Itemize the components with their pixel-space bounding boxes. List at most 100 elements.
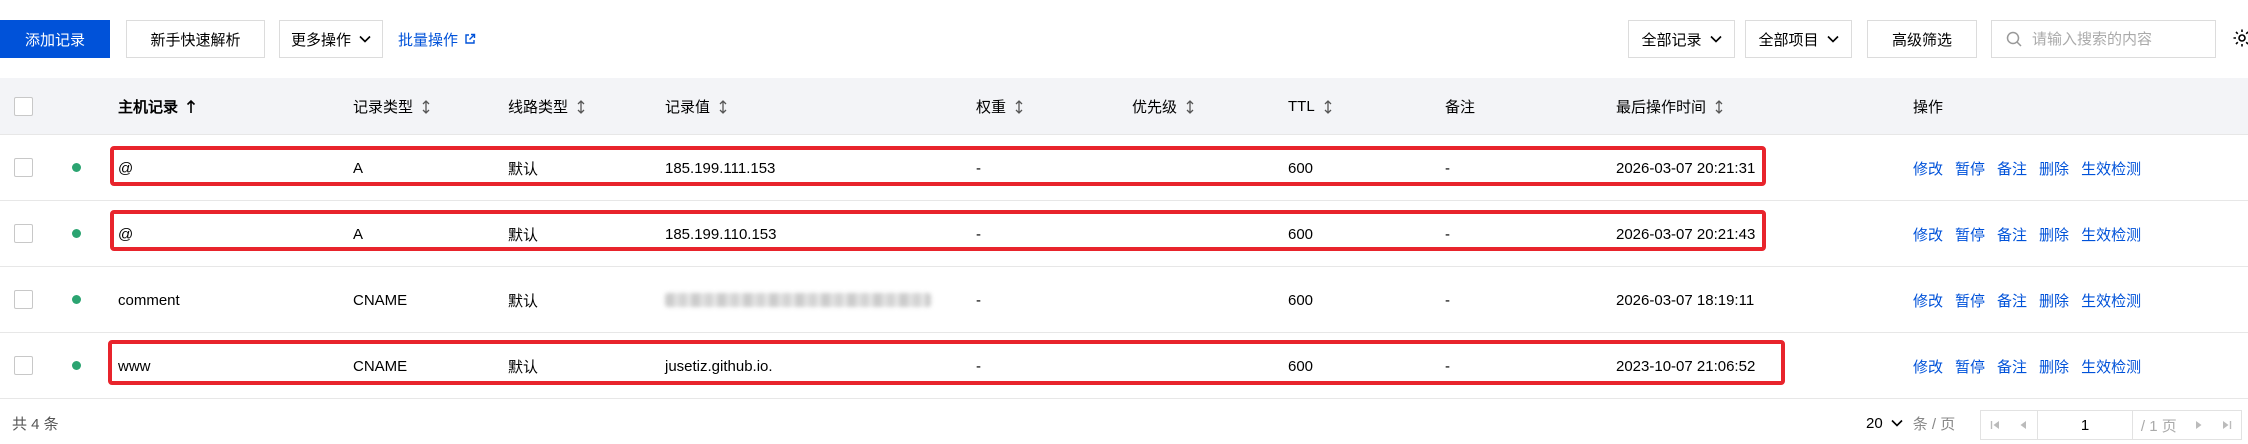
sort-icon	[422, 99, 430, 114]
remark-link[interactable]: 备注	[1997, 290, 2027, 311]
cell-value-redacted	[665, 267, 931, 333]
column-type-label: 记录类型	[353, 99, 414, 116]
pagination: 1 / 1 页	[1980, 410, 2242, 440]
next-page-icon[interactable]	[2185, 411, 2213, 439]
total-pages: / 1 页	[2140, 417, 2177, 435]
sort-icon	[719, 99, 727, 114]
table-row: @ A 默认 185.199.111.153 - 600 - 2026-03-0…	[0, 135, 2248, 201]
column-priority-label: 优先级	[1132, 99, 1178, 116]
pause-link[interactable]: 暂停	[1955, 356, 1985, 377]
delete-link[interactable]: 删除	[2039, 356, 2069, 377]
column-weight[interactable]: 权重	[976, 78, 1024, 135]
chevron-down-icon	[1826, 35, 1839, 43]
search-icon	[2006, 31, 2022, 47]
column-weight-label: 权重	[976, 99, 1007, 116]
page-size-select[interactable]: 20 条 / 页	[1866, 402, 1955, 444]
cell-host: www	[118, 357, 151, 375]
cell-ttl: 600	[1288, 159, 1314, 177]
delete-link[interactable]: 删除	[2039, 158, 2069, 179]
page-size-value: 20	[1866, 414, 1883, 432]
chevron-down-icon	[1891, 419, 1903, 427]
cell-type: A	[353, 159, 364, 177]
cell-time: 2026-03-07 20:21:31	[1616, 159, 1756, 177]
pause-link[interactable]: 暂停	[1955, 290, 1985, 311]
toolbar: 添加记录 新手快速解析 更多操作 批量操作 全部记录 全部项目 高级筛选	[0, 0, 2248, 78]
column-host[interactable]: 主机记录	[118, 78, 196, 135]
remark-link[interactable]: 备注	[1997, 158, 2027, 179]
row-actions: 修改 暂停 备注 删除 生效检测	[1913, 267, 2141, 333]
check-link[interactable]: 生效检测	[2081, 356, 2141, 377]
delete-link[interactable]: 删除	[2039, 224, 2069, 245]
project-filter-dropdown[interactable]: 全部项目	[1745, 20, 1852, 58]
cell-ttl: 600	[1288, 225, 1314, 243]
delete-link[interactable]: 删除	[2039, 290, 2069, 311]
remark-link[interactable]: 备注	[1997, 356, 2027, 377]
column-ttl-label: TTL	[1288, 98, 1315, 115]
batch-actions-link[interactable]: 批量操作	[398, 20, 476, 58]
column-remark-label: 备注	[1445, 99, 1476, 116]
column-value-label: 记录值	[665, 99, 711, 116]
check-link[interactable]: 生效检测	[2081, 290, 2141, 311]
row-checkbox[interactable]	[14, 158, 33, 177]
advanced-filter-button[interactable]: 高级筛选	[1867, 20, 1977, 58]
advanced-filter-label: 高级筛选	[1891, 31, 1952, 49]
chevron-down-icon	[359, 35, 371, 43]
first-page-icon[interactable]	[1981, 411, 2009, 439]
table-row: comment CNAME 默认 - 600 - 2026-03-07 18:1…	[0, 267, 2248, 333]
page-size-unit: 条 / 页	[1912, 415, 1956, 433]
cell-remark: -	[1445, 357, 1450, 375]
cell-time: 2023-10-07 21:06:52	[1616, 357, 1756, 375]
column-line[interactable]: 线路类型	[508, 78, 586, 135]
row-checkbox[interactable]	[14, 356, 33, 375]
cell-value: 185.199.111.153	[665, 159, 776, 177]
pause-link[interactable]: 暂停	[1955, 158, 1985, 179]
cell-host: @	[118, 225, 134, 243]
add-record-button[interactable]: 添加记录	[0, 20, 110, 58]
column-type[interactable]: 记录类型	[353, 78, 431, 135]
table-row: @ A 默认 185.199.110.153 - 600 - 2026-03-0…	[0, 201, 2248, 267]
record-filter-label: 全部记录	[1641, 31, 1702, 49]
column-ttl[interactable]: TTL	[1288, 78, 1333, 135]
record-filter-dropdown[interactable]: 全部记录	[1628, 20, 1735, 58]
column-last-op-time[interactable]: 最后操作时间	[1616, 78, 1724, 135]
cell-remark: -	[1445, 225, 1450, 243]
edit-link[interactable]: 修改	[1913, 224, 1943, 245]
status-dot	[72, 295, 81, 304]
remark-link[interactable]: 备注	[1997, 224, 2027, 245]
sort-ascending-icon	[186, 99, 196, 113]
quick-resolve-button[interactable]: 新手快速解析	[126, 20, 265, 58]
page-number-input[interactable]: 1	[2037, 411, 2133, 439]
cell-line: 默认	[508, 292, 539, 310]
pause-link[interactable]: 暂停	[1955, 224, 1985, 245]
edit-link[interactable]: 修改	[1913, 290, 1943, 311]
cell-weight: -	[976, 357, 981, 375]
more-actions-dropdown[interactable]: 更多操作	[279, 20, 383, 58]
cell-type: A	[353, 225, 364, 243]
row-checkbox[interactable]	[14, 290, 33, 309]
prev-page-icon[interactable]	[2009, 411, 2037, 439]
last-page-icon[interactable]	[2213, 411, 2241, 439]
edit-link[interactable]: 修改	[1913, 158, 1943, 179]
sort-icon	[1186, 99, 1194, 114]
redacted-value	[665, 293, 931, 307]
add-record-label: 添加记录	[24, 31, 85, 49]
check-link[interactable]: 生效检测	[2081, 158, 2141, 179]
cell-line: 默认	[508, 160, 539, 178]
check-link[interactable]: 生效检测	[2081, 224, 2141, 245]
select-all-checkbox[interactable]	[14, 97, 33, 116]
row-checkbox[interactable]	[14, 224, 33, 243]
cell-weight: -	[976, 225, 981, 243]
edit-link[interactable]: 修改	[1913, 356, 1943, 377]
column-actions: 操作	[1913, 78, 1943, 135]
external-link-icon	[465, 33, 476, 44]
cell-type: CNAME	[353, 291, 408, 309]
sort-icon	[1715, 99, 1723, 114]
column-remark: 备注	[1445, 78, 1475, 135]
table-footer: 共 4 条 20 条 / 页 1 / 1 页	[0, 402, 2248, 444]
gear-icon[interactable]	[2232, 28, 2248, 48]
column-priority[interactable]: 优先级	[1132, 78, 1195, 135]
column-value[interactable]: 记录值	[665, 78, 728, 135]
cell-ttl: 600	[1288, 357, 1314, 375]
search-input[interactable]	[2032, 30, 2212, 48]
search-box	[1991, 20, 2216, 58]
